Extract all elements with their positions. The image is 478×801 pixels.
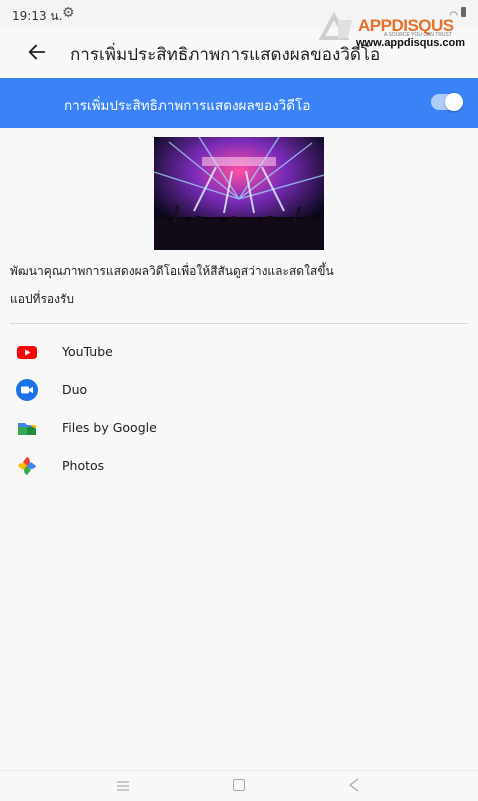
photos-icon	[18, 457, 36, 475]
description: พัฒนาคุณภาพการแสดงผลวิดีโอเพื่อให้สีสันด…	[10, 264, 334, 278]
arrow-left-icon[interactable]	[26, 41, 48, 63]
enhancement-switch[interactable]	[431, 93, 463, 111]
concert-image	[154, 137, 324, 250]
app-name: Photos	[62, 458, 105, 473]
home-icon[interactable]	[233, 779, 245, 791]
toggle-label: การเพิ่มประสิทธิภาพการแสดงผลของวิดีโอ	[64, 98, 311, 114]
supported-apps-heading: แอปที่รองรับ	[10, 292, 75, 306]
list-item-duo: Duo	[0, 372, 478, 410]
video-enhancement-toggle-row[interactable]: การเพิ่มประสิทธิภาพการแสดงผลของวิดีโอ	[0, 78, 478, 128]
files-icon	[18, 423, 36, 435]
list-item-photos: Photos	[0, 448, 478, 486]
page-title: การเพิ่มประสิทธิภาพการแสดงผลของวิดีโอ	[70, 45, 381, 65]
back-icon[interactable]	[348, 778, 360, 792]
system-nav-bar	[0, 770, 478, 801]
app-bar: การเพิ่มประสิทธิภาพการแสดงผลของวิดีโอ	[0, 28, 478, 78]
list-item-files-by-google: Files by Google	[0, 410, 478, 448]
duo-icon	[16, 379, 38, 401]
divider	[10, 323, 468, 324]
wifi-icon: ◠	[449, 10, 458, 21]
app-name: Files by Google	[62, 420, 157, 435]
app-name: YouTube	[62, 344, 113, 359]
switch-knob	[445, 93, 463, 111]
battery-icon	[461, 7, 466, 17]
list-item-youtube: YouTube	[0, 334, 478, 372]
status-time: 19:13 น.	[12, 9, 63, 23]
app-name: Duo	[62, 382, 88, 397]
youtube-icon	[17, 346, 37, 359]
menu-icon[interactable]	[117, 781, 129, 791]
gear-icon: ⚙	[62, 5, 75, 21]
